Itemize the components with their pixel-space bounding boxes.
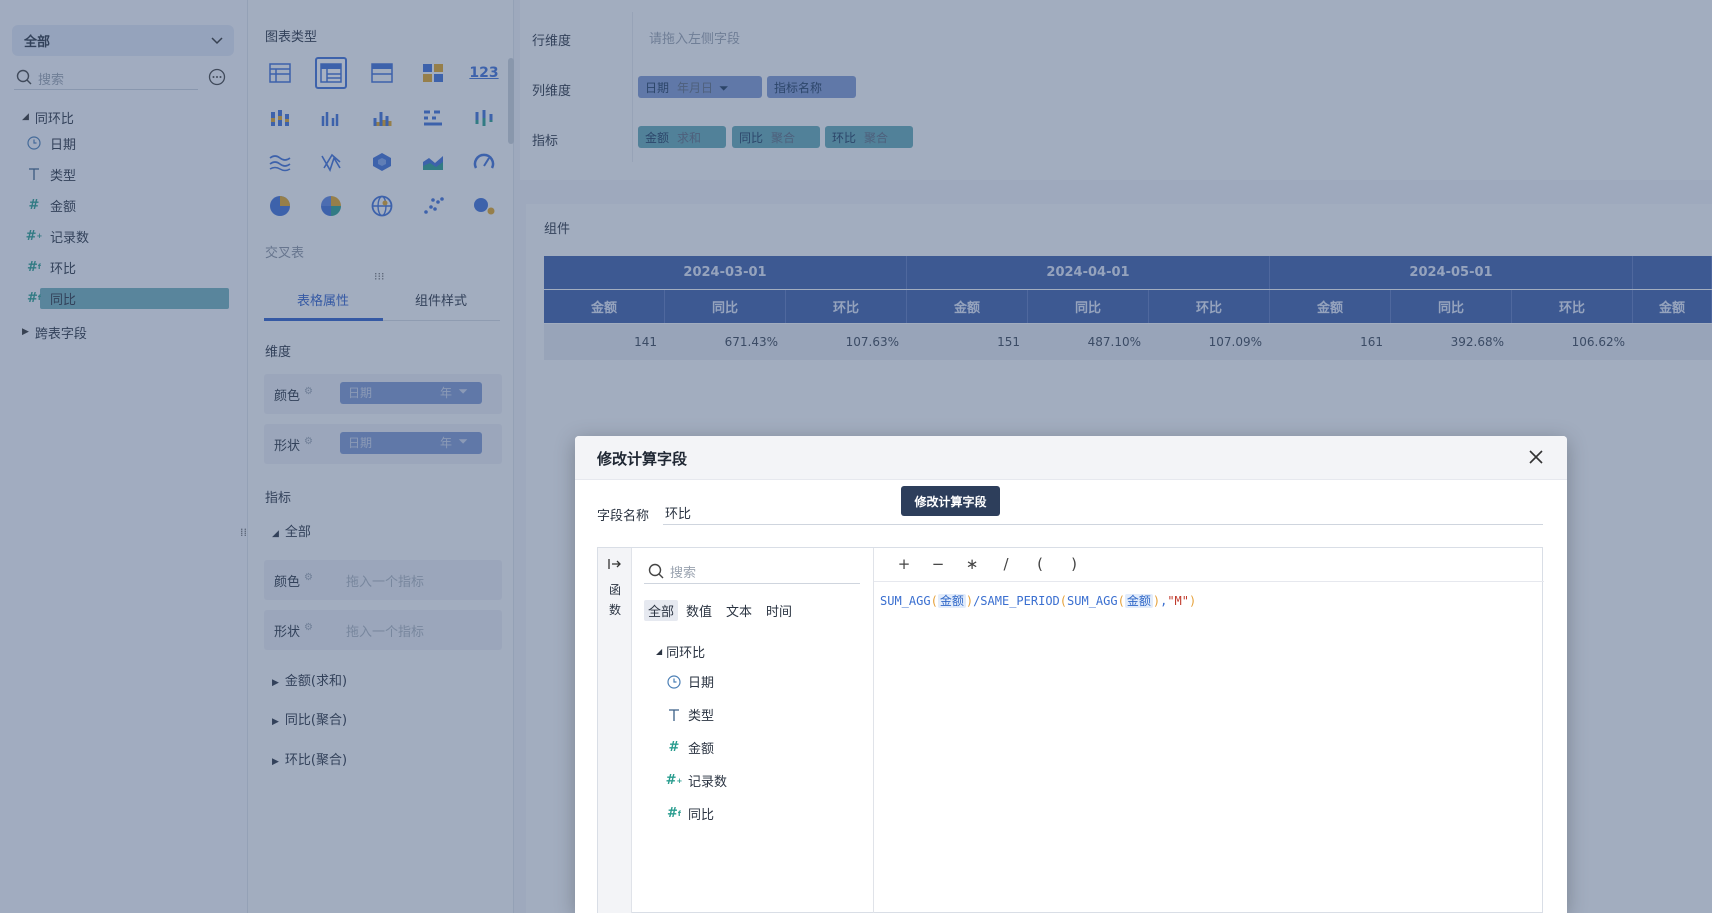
dialog-title: 修改计算字段 (597, 450, 688, 468)
formula-field-token: 金额 (937, 594, 966, 608)
filter-tab-number[interactable]: 数值 (682, 600, 716, 621)
close-paren-button[interactable]: ) (1064, 555, 1084, 573)
tree-field-label: 金额 (688, 742, 715, 757)
text-type-icon (666, 707, 682, 723)
close-icon[interactable] (1527, 448, 1545, 466)
tree-group-toggle[interactable]: ◢ 同环比 (656, 642, 705, 661)
search-placeholder: 搜索 (670, 566, 697, 581)
function-side-tab[interactable]: 函数 (598, 548, 632, 913)
field-name-label: 字段名称 (597, 509, 650, 524)
field-search-input[interactable]: 搜索 (644, 558, 860, 584)
caret-down-icon: ◢ (656, 647, 663, 656)
tree-field[interactable]: 日期 (666, 672, 714, 691)
plus-operator-button[interactable]: + (894, 555, 914, 573)
formula-editor: 函数 搜索 全部 数值 文本 时间 ◢ 同环比 日期 类型 # 金额 # + 记录数 #… (597, 547, 1544, 913)
number-calc-icon: # + (665, 773, 683, 788)
formula-function: SUM_AGG (880, 594, 931, 608)
tree-field[interactable]: # 金额 (666, 738, 714, 757)
formula-function: SUM_AGG (1067, 594, 1118, 608)
formula-string: "M" (1167, 594, 1189, 608)
search-icon (648, 563, 664, 579)
field-list: 搜索 全部 数值 文本 时间 ◢ 同环比 日期 类型 # 金额 # + 记录数 # f 同比 (632, 548, 874, 913)
tree-field[interactable]: 类型 (666, 705, 714, 724)
minus-operator-button[interactable]: − (928, 555, 948, 573)
tree-field-label: 日期 (688, 676, 715, 691)
open-paren-button[interactable]: ( (1030, 555, 1050, 573)
tree-field[interactable]: # f 同比 (666, 804, 714, 823)
operator-toolbar: + − ∗ / ( ) (874, 548, 1544, 582)
formula-function: SAME_PERIOD (980, 594, 1060, 608)
formula-text[interactable]: SUM_AGG(金额)/SAME_PERIOD(SUM_AGG(金额),"M") (880, 592, 1196, 609)
tree-field-label: 同比 (688, 808, 715, 823)
multiply-operator-button[interactable]: ∗ (962, 555, 982, 573)
filter-tab-all[interactable]: 全部 (644, 600, 679, 621)
dialog-header (575, 436, 1567, 480)
field-name-input[interactable]: 环比 (663, 499, 1543, 525)
tree-field-label: 类型 (688, 709, 715, 724)
side-tab-label: 函数 (608, 583, 621, 617)
tree-field[interactable]: # + 记录数 (666, 771, 727, 790)
edit-calc-field-dialog: 修改计算字段 修改计算字段 字段名称 环比 函数 搜索 全部 数值 文本 时间 … (575, 436, 1567, 913)
number-calc-icon: # f (667, 806, 681, 821)
expand-arrow-icon (608, 558, 622, 570)
tree-field-label: 记录数 (688, 775, 728, 790)
number-icon: # (668, 740, 680, 755)
filter-tab-time[interactable]: 时间 (762, 600, 796, 621)
clock-icon (666, 674, 682, 690)
divide-operator-button[interactable]: / (996, 555, 1016, 573)
filter-tab-text[interactable]: 文本 (722, 600, 756, 621)
tree-group-label: 同环比 (666, 646, 706, 661)
formula-field-token: 金额 (1124, 594, 1153, 608)
